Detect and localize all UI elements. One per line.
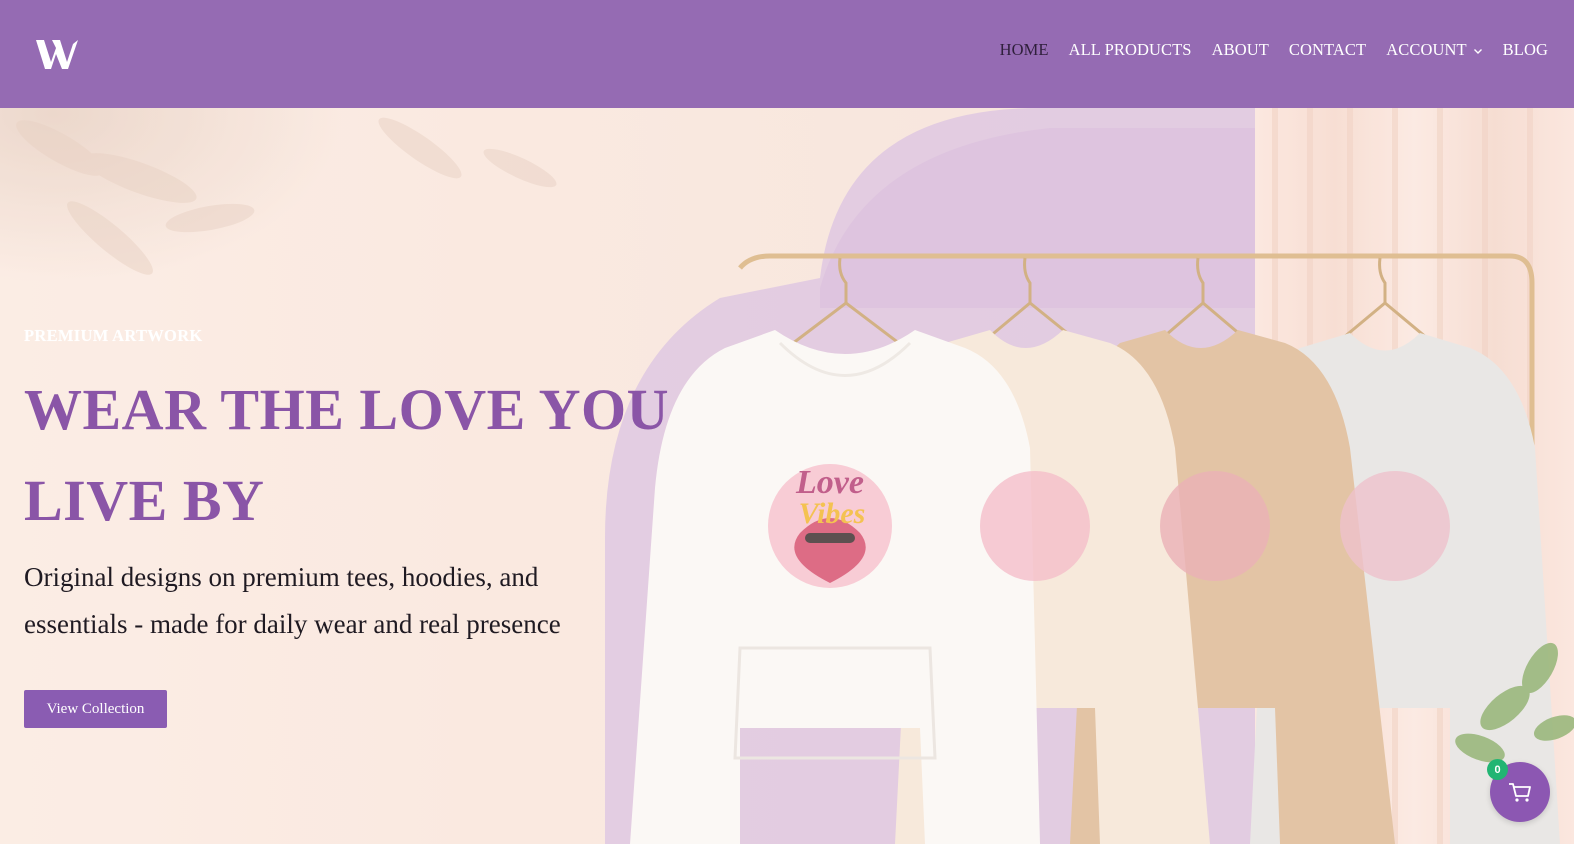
- chevron-down-icon: [1473, 49, 1482, 54]
- nav-blog[interactable]: BLOG: [1503, 40, 1548, 60]
- cart-count-badge: 0: [1487, 759, 1508, 780]
- nav-contact[interactable]: CONTACT: [1289, 40, 1366, 60]
- nav-all-products[interactable]: ALL PRODUCTS: [1069, 40, 1192, 60]
- hero-eyebrow: PREMIUM ARTWORK: [24, 326, 203, 345]
- hero-headline: WEAR THE LOVE YOU LIVE BY: [24, 377, 669, 533]
- nav-account[interactable]: ACCOUNT: [1386, 40, 1482, 60]
- hero-section: Love Vibes PREMIUM ARTWORK WEAR THE LOVE…: [0, 108, 1574, 844]
- main-nav: HOME ALL PRODUCTS ABOUT CONTACT ACCOUNT …: [1000, 40, 1548, 60]
- hero-subheadline: Original designs on premium tees, hoodie…: [24, 562, 561, 639]
- nav-about[interactable]: ABOUT: [1212, 40, 1269, 60]
- site-header: HOME ALL PRODUCTS ABOUT CONTACT ACCOUNT …: [0, 0, 1574, 108]
- view-collection-button[interactable]: View Collection: [24, 690, 167, 728]
- cart-icon: [1509, 783, 1531, 802]
- nav-home[interactable]: HOME: [1000, 40, 1049, 60]
- logo-icon[interactable]: [34, 36, 80, 72]
- nav-account-label: ACCOUNT: [1386, 40, 1467, 59]
